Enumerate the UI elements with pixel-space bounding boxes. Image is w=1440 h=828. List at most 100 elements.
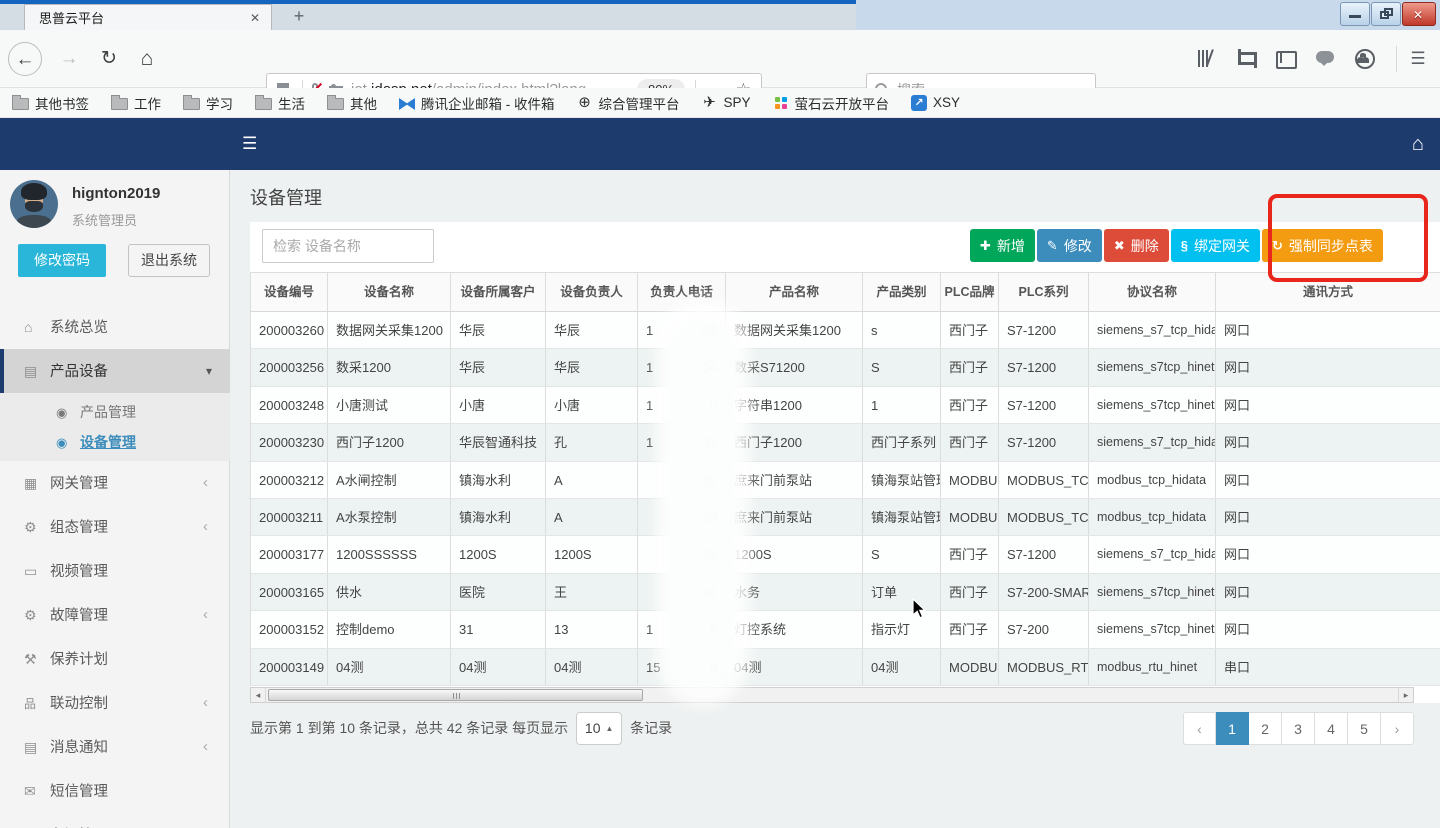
screenshot-icon[interactable]: [1231, 45, 1259, 73]
back-button[interactable]: [8, 42, 42, 76]
pager-page-5[interactable]: 5: [1348, 712, 1381, 745]
sidebar-item-组态管理[interactable]: 组态管理: [0, 505, 230, 549]
bookmark-item[interactable]: 生活: [255, 93, 305, 113]
cell-PLC品牌: 西门子: [941, 536, 999, 572]
plus-icon: [980, 238, 991, 254]
change-password-button[interactable]: 修改密码: [18, 244, 106, 277]
toolbar-button-label: 绑定网关: [1194, 236, 1250, 256]
chat-icon[interactable]: [1311, 45, 1339, 73]
window-minimize-button[interactable]: [1340, 2, 1370, 26]
bookmark-label: SPY: [724, 95, 751, 110]
table-row[interactable]: 200003256数采1200华辰华辰104数采S71200S西门子S7-120…: [251, 349, 1440, 386]
sidebar-item-故障管理[interactable]: 故障管理: [0, 593, 230, 637]
cell-通讯方式: 网口: [1216, 611, 1440, 647]
pager-page-4[interactable]: 4: [1315, 712, 1348, 745]
table-row[interactable]: 200003230西门子1200华辰智通科技孔131西门子1200西门子系列西门…: [251, 424, 1440, 461]
column-header-设备编号[interactable]: 设备编号: [251, 273, 328, 311]
logout-button[interactable]: 退出系统: [128, 244, 210, 277]
cell-设备编号: 200003165: [251, 574, 328, 610]
chevron-left-icon: [203, 461, 208, 505]
library-icon[interactable]: [1192, 45, 1220, 73]
column-header-协议名称[interactable]: 协议名称: [1089, 273, 1216, 311]
column-header-产品类别[interactable]: 产品类别: [863, 273, 941, 311]
bookmark-label: 学习: [206, 93, 233, 113]
ezviz-favicon: [773, 95, 789, 111]
pager-page-3[interactable]: 3: [1282, 712, 1315, 745]
cell-PLC系列: S7-1200: [999, 424, 1089, 460]
phone-fragment-start: 1: [646, 349, 653, 385]
tab-close-icon[interactable]: [247, 10, 263, 26]
table-row[interactable]: 200003260数据网关采集1200华辰华辰104数据网关采集1200s西门子…: [251, 312, 1440, 349]
bookmark-item[interactable]: 工作: [111, 93, 161, 113]
table-row[interactable]: 200003212A水闸控制镇海水利A33庶来门前泵站镇海泵站管理MODBUSM…: [251, 462, 1440, 499]
table-row[interactable]: 200003165供水医院王41水务订单西门子S7-200-SMARTsieme…: [251, 574, 1440, 611]
phone-privacy-blur: [666, 316, 738, 686]
column-header-设备负责人[interactable]: 设备负责人: [546, 273, 638, 311]
phone-fragment-start: 1: [646, 312, 653, 348]
window-close-button[interactable]: [1402, 2, 1436, 26]
sidebar-toggle-icon[interactable]: [242, 134, 257, 154]
browser-tab[interactable]: 思普云平台: [24, 4, 272, 30]
table-row[interactable]: 200003211A水泵控制镇海水利A33庶来门前泵站镇海泵站管理MODBUSM…: [251, 499, 1440, 536]
pager-page-2[interactable]: 2: [1249, 712, 1282, 745]
sidebar-item-网关管理[interactable]: 网关管理: [0, 461, 230, 505]
cell-协议名称: siemens_s7tcp_hinet: [1089, 349, 1216, 385]
column-header-设备所属客户[interactable]: 设备所属客户: [451, 273, 546, 311]
sidebar-item-联动控制[interactable]: 联动控制: [0, 681, 230, 725]
account-icon[interactable]: [1351, 45, 1379, 73]
bookmark-item[interactable]: 腾讯企业邮箱 - 收件箱: [399, 93, 555, 113]
cell-PLC品牌: 西门子: [941, 424, 999, 460]
window-restore-button[interactable]: [1371, 2, 1401, 26]
table-row[interactable]: 2000031771200SSSSSS1200S1200S881200SS西门子…: [251, 536, 1440, 573]
toolbar-button-删除[interactable]: 删除: [1104, 229, 1169, 262]
scroll-left-arrow-icon[interactable]: [251, 688, 266, 702]
pager-prev[interactable]: ‹: [1183, 712, 1216, 745]
sidebars-icon[interactable]: [1271, 45, 1299, 73]
column-header-产品名称[interactable]: 产品名称: [726, 273, 863, 311]
cell-设备负责人: 13: [546, 611, 638, 647]
menu-icon[interactable]: [1404, 45, 1432, 73]
horizontal-scrollbar[interactable]: [250, 687, 1414, 703]
sidebar-item-视频管理[interactable]: 视频管理: [0, 549, 230, 593]
bookmark-item[interactable]: XSY: [911, 95, 960, 111]
sidebar-item-保养计划[interactable]: 保养计划: [0, 637, 230, 681]
bookmark-item[interactable]: 其他书签: [12, 93, 89, 113]
reload-button[interactable]: [92, 42, 126, 76]
cell-PLC品牌: 西门子: [941, 387, 999, 423]
browser-home-button[interactable]: [130, 42, 164, 76]
sidebar-item-短信管理[interactable]: 短信管理: [0, 769, 230, 813]
column-header-PLC品牌[interactable]: PLC品牌: [941, 273, 999, 311]
toolbar-button-绑定网关[interactable]: 绑定网关: [1171, 229, 1260, 262]
sidebar-item-label: 视频管理: [50, 564, 108, 580]
bookmark-item[interactable]: 综合管理平台: [577, 93, 680, 113]
scroll-right-arrow-icon[interactable]: [1398, 688, 1413, 702]
bookmark-item[interactable]: 其他: [327, 93, 377, 113]
new-tab-button[interactable]: [286, 4, 312, 28]
pager-next[interactable]: ›: [1381, 712, 1414, 745]
pager-page-1[interactable]: 1: [1216, 712, 1249, 745]
page-size-select[interactable]: 10: [576, 712, 622, 745]
sidebar-subitem-产品管理[interactable]: 产品管理: [0, 397, 230, 427]
sidebar-item-产品设备[interactable]: 产品设备: [0, 349, 230, 393]
column-header-PLC系列[interactable]: PLC系列: [999, 273, 1089, 311]
sidebar-item-车间管理[interactable]: 车间管理: [0, 813, 230, 828]
bookmark-item[interactable]: SPY: [702, 95, 751, 111]
sidebar-item-系统总览[interactable]: 系统总览: [0, 305, 230, 349]
sidebar-item-消息通知[interactable]: 消息通知: [0, 725, 230, 769]
toolbar-button-新增[interactable]: 新增: [970, 229, 1035, 262]
cell-设备负责人: 华辰: [546, 349, 638, 385]
toolbar-button-修改[interactable]: 修改: [1037, 229, 1102, 262]
cell-设备负责人: A: [546, 462, 638, 498]
table-row[interactable]: 20000314904测04测04测15804测04测MODBUSMODBUS_…: [251, 649, 1440, 686]
app-home-icon[interactable]: [1412, 133, 1424, 156]
sidebar-subitem-设备管理[interactable]: 设备管理: [0, 427, 230, 457]
device-search-input[interactable]: [262, 229, 434, 263]
table-row[interactable]: 200003248小唐测试小唐小唐10字符串12001西门子S7-1200sie…: [251, 387, 1440, 424]
table-row[interactable]: 200003152控制demo311318灯控系统指示灯西门子S7-200sie…: [251, 611, 1440, 648]
bookmark-item[interactable]: 萤石云开放平台: [773, 93, 890, 113]
column-header-设备名称[interactable]: 设备名称: [328, 273, 451, 311]
cell-设备所属客户: 小唐: [451, 387, 546, 423]
scrollbar-thumb[interactable]: [268, 689, 643, 701]
phone-fragment-start: 1: [646, 387, 653, 423]
bookmark-item[interactable]: 学习: [183, 93, 233, 113]
